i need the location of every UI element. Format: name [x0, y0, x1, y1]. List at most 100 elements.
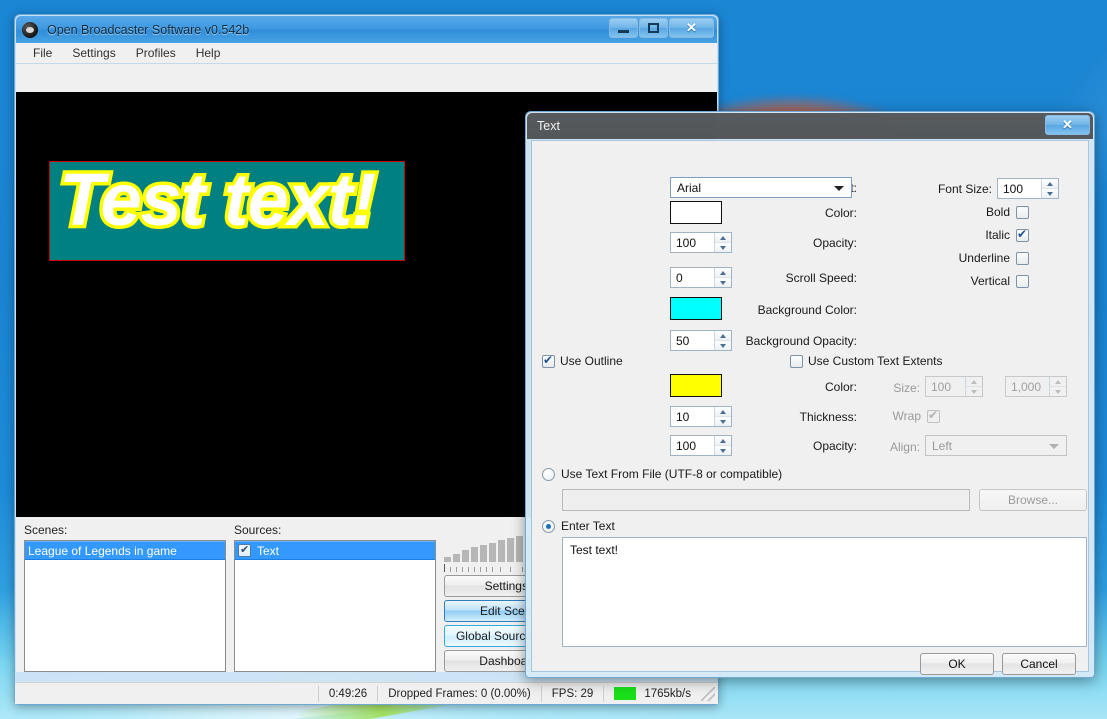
extents-width-spinner[interactable]: 100 [925, 376, 983, 397]
font-value: Arial [677, 180, 702, 195]
align-label: Align: [889, 440, 920, 454]
sources-listbox[interactable]: Text [234, 540, 436, 672]
extents-width-decrement[interactable] [966, 387, 982, 396]
list-item[interactable]: Text [235, 541, 435, 560]
vertical-checkbox[interactable] [1016, 274, 1029, 288]
bitrate-value: 1765kb/s [644, 687, 691, 700]
use-custom-text-extents-checkbox[interactable] [790, 354, 803, 368]
vu-bars [444, 536, 532, 563]
scroll-speed-decrement[interactable] [715, 278, 731, 287]
scroll-speed-spinner[interactable]: 0 [670, 267, 732, 288]
maximize-icon [648, 23, 659, 33]
outline-thickness-value: 10 [676, 409, 690, 424]
opacity-increment[interactable] [715, 233, 731, 243]
font-size-spinner[interactable]: 100 [997, 178, 1059, 199]
use-custom-text-extents-label: Use Custom Text Extents [808, 354, 943, 368]
font-size-label: Font Size: [937, 182, 992, 196]
opacity-spinner[interactable]: 100 [670, 232, 732, 253]
list-item[interactable]: League of Legends in game [25, 541, 225, 560]
status-time: 0:49:26 [328, 687, 368, 700]
obs-status-bar: 0:49:26 Dropped Frames: 0 (0.00%) FPS: 2… [15, 682, 718, 704]
enter-text-label: Enter Text [561, 519, 615, 533]
enter-text-value: Test text! [570, 543, 619, 557]
window-controls: ✕ [609, 18, 714, 38]
chevron-down-icon [1049, 443, 1059, 449]
align-combobox[interactable]: Left [925, 435, 1067, 456]
enter-text-textarea[interactable]: Test text! [562, 537, 1087, 647]
background-opacity-decrement[interactable] [715, 341, 731, 350]
background-opacity-label: Background Opacity: [745, 334, 857, 348]
chevron-down-icon [834, 185, 844, 191]
resize-grip-icon[interactable] [701, 686, 715, 701]
outline-thickness-increment[interactable] [715, 407, 731, 417]
extents-width-increment[interactable] [966, 377, 982, 387]
use-outline-checkbox[interactable] [542, 353, 555, 368]
enter-text-radio[interactable] [542, 519, 555, 533]
italic-checkbox[interactable] [1016, 227, 1029, 242]
dialog-title: Text [537, 119, 560, 133]
menu-file[interactable]: File [24, 44, 61, 62]
outline-opacity-spinner[interactable]: 100 [670, 435, 732, 456]
extents-height-spinner[interactable]: 1,000 [1005, 376, 1067, 397]
preview-text-source[interactable]: Test text! [49, 155, 405, 261]
extents-height-increment[interactable] [1050, 377, 1066, 387]
outline-color-label: Color: [824, 380, 857, 394]
outline-thickness-label: Thickness: [799, 410, 857, 424]
use-outline-label: Use Outline [560, 354, 623, 368]
font-combobox[interactable]: Arial [670, 177, 852, 198]
status-dropped-frames: Dropped Frames: 0 (0.00%) [388, 687, 531, 700]
status-bitrate: 1765kb/s [604, 683, 701, 704]
text-file-path-input[interactable] [562, 489, 970, 511]
extents-height-value: 1,000 [1011, 379, 1042, 394]
outline-opacity-value: 100 [676, 438, 697, 453]
extents-height-decrement[interactable] [1050, 387, 1066, 396]
background-opacity-increment[interactable] [715, 331, 731, 341]
scenes-listbox[interactable]: League of Legends in game [24, 540, 226, 672]
background-opacity-spinner[interactable]: 50 [670, 330, 732, 351]
scene-item-label: League of Legends in game [28, 543, 177, 558]
minimize-button[interactable] [609, 18, 638, 38]
scenes-panel: Scenes: League of Legends in game [24, 523, 226, 672]
scroll-speed-label: Scroll Speed: [785, 271, 857, 285]
outline-opacity-increment[interactable] [715, 436, 731, 446]
text-source-dialog: Text ✕ Font: Arial Font Size: 100 Bold [525, 111, 1095, 678]
maximize-button[interactable] [639, 18, 668, 38]
source-item-label: Text [257, 543, 280, 558]
vertical-label: Vertical [970, 274, 1010, 288]
obs-toolbar [16, 64, 717, 92]
background-opacity-value: 50 [676, 333, 690, 348]
text-color-swatch[interactable] [670, 201, 722, 224]
menu-help[interactable]: Help [187, 44, 230, 62]
status-fps: FPS: 29 [551, 687, 594, 700]
close-button[interactable]: ✕ [669, 18, 714, 38]
bold-checkbox[interactable] [1016, 205, 1029, 219]
background-color-label: Background Color: [757, 303, 857, 317]
preview-text-caption: Test text! [55, 155, 379, 245]
extents-width-value: 100 [931, 379, 952, 394]
outline-thickness-spinner[interactable]: 10 [670, 406, 732, 427]
wrap-checkbox[interactable] [927, 408, 940, 423]
dialog-close-button[interactable]: ✕ [1045, 115, 1090, 135]
outline-color-swatch[interactable] [670, 374, 722, 397]
outline-thickness-decrement[interactable] [715, 417, 731, 426]
use-text-from-file-radio[interactable] [542, 467, 555, 481]
font-size-increment[interactable] [1042, 179, 1058, 189]
cancel-button[interactable]: Cancel [1002, 653, 1076, 675]
sources-panel: Sources: Text [234, 523, 436, 672]
obs-logo-icon [22, 21, 38, 38]
underline-label: Underline [958, 251, 1010, 265]
outline-opacity-decrement[interactable] [715, 446, 731, 455]
menu-profiles[interactable]: Profiles [127, 44, 185, 62]
scroll-speed-increment[interactable] [715, 268, 731, 278]
ok-button[interactable]: OK [920, 653, 994, 675]
underline-checkbox[interactable] [1016, 251, 1029, 265]
source-visibility-checkbox[interactable] [238, 543, 251, 557]
menu-settings[interactable]: Settings [63, 44, 124, 62]
align-value: Left [932, 438, 953, 453]
browse-button[interactable]: Browse... [979, 489, 1087, 511]
opacity-decrement[interactable] [715, 243, 731, 252]
background-color-swatch[interactable] [670, 297, 722, 320]
scenes-label: Scenes: [24, 523, 68, 537]
font-size-decrement[interactable] [1042, 189, 1058, 198]
dialog-body: Font: Arial Font Size: 100 Bold Italic [531, 140, 1089, 675]
